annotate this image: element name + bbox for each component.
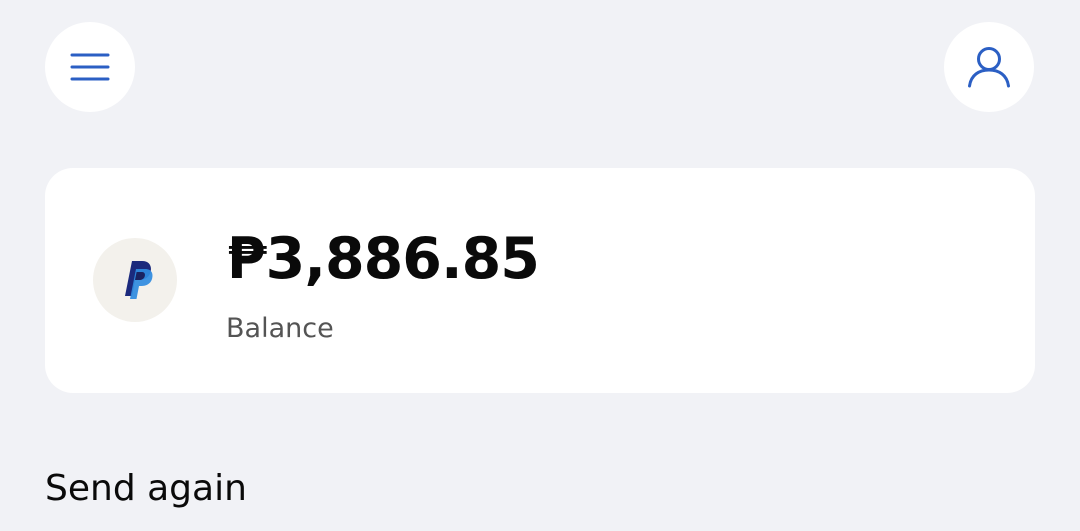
paypal-logo-icon bbox=[125, 261, 153, 299]
menu-button[interactable] bbox=[45, 22, 135, 112]
hamburger-menu-icon bbox=[70, 53, 110, 81]
send-again-heading: Send again bbox=[45, 468, 247, 509]
user-profile-icon bbox=[968, 47, 1010, 88]
balance-card[interactable]: ₱3,886.85 Balance bbox=[45, 168, 1035, 393]
paypal-logo-badge bbox=[93, 238, 177, 322]
balance-amount: ₱3,886.85 bbox=[227, 226, 540, 292]
profile-button[interactable] bbox=[944, 22, 1034, 112]
balance-label: Balance bbox=[226, 313, 334, 344]
